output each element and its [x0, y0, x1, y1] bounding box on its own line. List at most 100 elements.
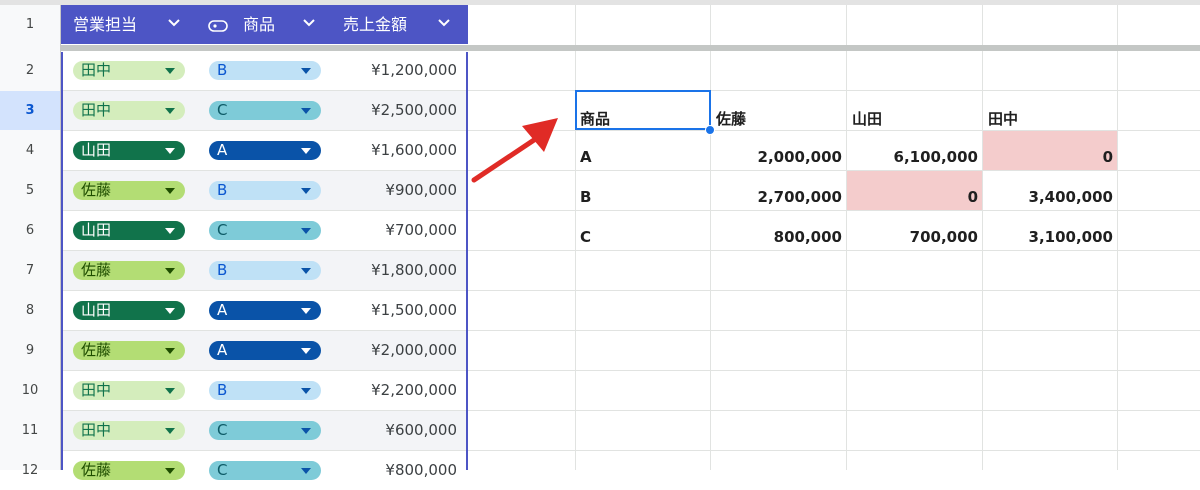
product-chip[interactable]: B — [209, 381, 321, 400]
row-number[interactable]: 2 — [0, 51, 60, 90]
pivot-value[interactable]: 0 — [847, 188, 978, 206]
pivot-header-tanaka[interactable]: 田中 — [988, 108, 1018, 129]
dropdown-arrow-icon — [301, 428, 311, 434]
product-chip[interactable]: C — [209, 461, 321, 480]
dropdown-arrow-icon — [165, 468, 175, 474]
amount-cell[interactable]: ¥2,200,000 — [330, 381, 457, 399]
row-number[interactable]: 1 — [0, 5, 60, 45]
header-rep[interactable]: 営業担当 — [73, 5, 137, 44]
rep-chip[interactable]: 田中 — [73, 381, 185, 400]
dropdown-arrow-icon — [165, 188, 175, 194]
chip-label: A — [217, 341, 228, 359]
chip-label: A — [217, 301, 228, 319]
amount-cell[interactable]: ¥1,200,000 — [330, 61, 457, 79]
active-cell-selection[interactable] — [575, 90, 711, 130]
pivot-value[interactable]: 700,000 — [847, 228, 978, 246]
row-number[interactable]: 8 — [0, 291, 60, 330]
row-number[interactable]: 12 — [0, 451, 60, 490]
product-chip[interactable]: B — [209, 61, 321, 80]
header-product[interactable]: 商品 — [243, 5, 275, 44]
dropdown-arrow-icon — [301, 468, 311, 474]
header-amount[interactable]: 売上金額 — [343, 5, 407, 44]
pivot-row-label[interactable]: A — [580, 148, 592, 166]
chip-label: 田中 — [81, 421, 112, 439]
pivot-value[interactable]: 3,100,000 — [983, 228, 1113, 246]
amount-cell[interactable]: ¥1,600,000 — [330, 141, 457, 159]
row-number[interactable]: 5 — [0, 171, 60, 210]
product-chip[interactable]: C — [209, 421, 321, 440]
product-chip[interactable]: A — [209, 141, 321, 160]
pivot-row-label[interactable]: B — [580, 188, 591, 206]
amount-cell[interactable]: ¥700,000 — [330, 221, 457, 239]
rep-chip[interactable]: 山田 — [73, 141, 185, 160]
chevron-down-icon[interactable] — [167, 5, 181, 44]
pivot-value[interactable]: 3,400,000 — [983, 188, 1113, 206]
pivot-value[interactable]: 6,100,000 — [847, 148, 978, 166]
rep-chip[interactable]: 田中 — [73, 61, 185, 80]
chip-label: A — [217, 141, 228, 159]
rep-chip[interactable]: 田中 — [73, 101, 185, 120]
amount-cell[interactable]: ¥600,000 — [330, 421, 457, 439]
dropdown-arrow-icon — [301, 308, 311, 314]
dropdown-arrow-icon — [165, 228, 175, 234]
product-chip[interactable]: A — [209, 341, 321, 360]
pivot-value[interactable]: 0 — [983, 148, 1113, 166]
row-number[interactable]: 4 — [0, 131, 60, 170]
rep-chip[interactable]: 佐藤 — [73, 261, 185, 280]
row-number[interactable]: 9 — [0, 331, 60, 370]
product-chip[interactable]: C — [209, 101, 321, 120]
product-chip[interactable]: B — [209, 261, 321, 280]
rep-chip[interactable]: 佐藤 — [73, 181, 185, 200]
dropdown-arrow-icon — [165, 308, 175, 314]
amount-cell[interactable]: ¥2,500,000 — [330, 101, 457, 119]
pivot-row-label[interactable]: C — [580, 228, 591, 246]
dropdown-arrow-icon — [301, 348, 311, 354]
chip-label: 田中 — [81, 61, 112, 79]
dropdown-arrow-icon — [165, 388, 175, 394]
rep-chip[interactable]: 佐藤 — [73, 341, 185, 360]
dropdown-arrow-icon — [301, 228, 311, 234]
amount-cell[interactable]: ¥2,000,000 — [330, 341, 457, 359]
row-number[interactable]: 10 — [0, 371, 60, 410]
row-number[interactable]: 7 — [0, 251, 60, 290]
rep-chip[interactable]: 田中 — [73, 421, 185, 440]
dropdown-arrow-icon — [165, 108, 175, 114]
chip-label: 田中 — [81, 381, 112, 399]
pivot-value[interactable]: 2,000,000 — [711, 148, 842, 166]
chip-label: B — [217, 61, 228, 79]
dropdown-arrow-icon — [165, 68, 175, 74]
chevron-down-icon[interactable] — [437, 5, 451, 44]
amount-cell[interactable]: ¥800,000 — [330, 461, 457, 479]
chip-label: 田中 — [81, 101, 112, 119]
rep-chip[interactable]: 山田 — [73, 301, 185, 320]
chip-label: 佐藤 — [81, 341, 112, 359]
chip-label: 佐藤 — [81, 261, 112, 279]
frozen-row-divider[interactable] — [0, 45, 1200, 51]
pivot-header-sato[interactable]: 佐藤 — [716, 108, 746, 129]
chip-label: B — [217, 181, 228, 199]
product-chip[interactable]: A — [209, 301, 321, 320]
pivot-value[interactable]: 800,000 — [711, 228, 842, 246]
dropdown-arrow-icon — [301, 388, 311, 394]
chip-label: C — [217, 421, 228, 439]
chip-label: C — [217, 221, 228, 239]
row-number-selected[interactable]: 3 — [0, 91, 60, 130]
amount-cell[interactable]: ¥900,000 — [330, 181, 457, 199]
dropdown-arrow-icon — [301, 148, 311, 154]
amount-cell[interactable]: ¥1,500,000 — [330, 301, 457, 319]
dropdown-arrow-icon — [165, 268, 175, 274]
row-number[interactable]: 11 — [0, 411, 60, 450]
chevron-down-icon[interactable] — [302, 5, 316, 44]
chip-label: 山田 — [81, 301, 112, 319]
dropdown-arrow-icon — [301, 108, 311, 114]
product-chip[interactable]: C — [209, 221, 321, 240]
fill-handle[interactable] — [705, 125, 715, 135]
rep-chip[interactable]: 山田 — [73, 221, 185, 240]
product-chip[interactable]: B — [209, 181, 321, 200]
pivot-header-yamada[interactable]: 山田 — [852, 108, 882, 129]
pivot-value[interactable]: 2,700,000 — [711, 188, 842, 206]
row-number[interactable]: 6 — [0, 211, 60, 250]
rep-chip[interactable]: 佐藤 — [73, 461, 185, 480]
chip-label: 佐藤 — [81, 181, 112, 199]
amount-cell[interactable]: ¥1,800,000 — [330, 261, 457, 279]
